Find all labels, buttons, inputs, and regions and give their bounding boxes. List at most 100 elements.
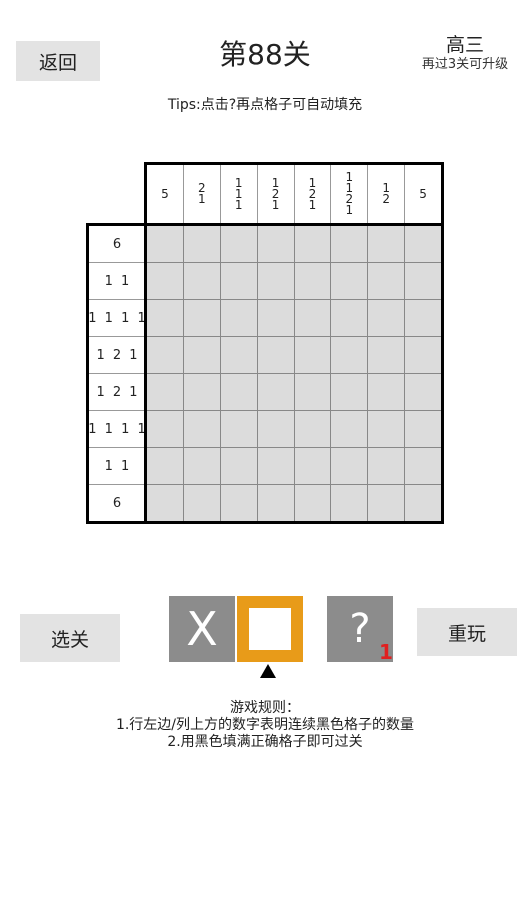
grid-cell[interactable]	[294, 411, 331, 447]
grid-cell[interactable]	[147, 337, 183, 373]
grid-cell[interactable]	[331, 448, 368, 484]
grid-cell[interactable]	[257, 263, 294, 299]
grid-cell[interactable]	[257, 374, 294, 410]
grid-cell[interactable]	[183, 448, 220, 484]
tips-text: Tips:点击?再点格子可自动填充	[167, 97, 363, 113]
grid-cell[interactable]	[368, 374, 405, 410]
column-clue: 1121	[330, 165, 367, 223]
replay-button[interactable]: 重玩	[417, 608, 517, 656]
grid-cell[interactable]	[183, 226, 220, 262]
grid-cell[interactable]	[294, 485, 331, 521]
grid-cell[interactable]	[183, 411, 220, 447]
grid-cell[interactable]	[405, 300, 441, 336]
column-clue-number: 1	[345, 203, 354, 217]
column-clue-number: 5	[419, 186, 427, 201]
grid-cell[interactable]	[368, 226, 405, 262]
column-clue: 5	[147, 165, 183, 223]
column-clue: 121	[256, 165, 294, 223]
upgrade-note: 再过3关可升级	[421, 57, 509, 72]
grade-info: 高三 再过3关可升级	[410, 34, 520, 74]
grid-cell[interactable]	[331, 300, 368, 336]
column-clue: 21	[182, 165, 220, 223]
column-clue-number: 1	[271, 197, 280, 212]
column-clue-number: 5	[161, 186, 169, 201]
cross-tool-button[interactable]: X	[169, 596, 235, 662]
row-clue: 1 1	[89, 447, 147, 484]
grid-cell[interactable]	[257, 411, 294, 447]
grid-cell[interactable]	[405, 263, 441, 299]
row-clue: 6	[112, 236, 124, 252]
column-clue-number: 1	[234, 197, 243, 212]
grid-cell[interactable]	[257, 337, 294, 373]
grid-cell[interactable]	[257, 448, 294, 484]
selected-tool-pointer-icon	[260, 664, 276, 678]
rules-title: 游戏规则：	[230, 700, 300, 716]
grid-cell[interactable]	[294, 337, 331, 373]
grid-cell[interactable]	[183, 485, 220, 521]
grid-cell[interactable]	[405, 485, 441, 521]
grid-cell[interactable]	[220, 411, 257, 447]
grid-cell[interactable]	[331, 263, 368, 299]
row-clue: 1 2 1	[89, 336, 147, 373]
grid-cell[interactable]	[257, 226, 294, 262]
nonogram-board: 5211111211211121125 61 11 1 1 11 2 11 2 …	[86, 162, 444, 524]
grid-cell[interactable]	[220, 374, 257, 410]
grid-cell[interactable]	[183, 300, 220, 336]
grid-cell[interactable]	[368, 300, 405, 336]
grid-cell[interactable]	[220, 226, 257, 262]
grid-cell[interactable]	[220, 263, 257, 299]
grid-cell[interactable]	[405, 411, 441, 447]
grid-cell[interactable]	[220, 337, 257, 373]
column-clue-number: 1	[308, 197, 317, 212]
rules-line-2: 2.用黑色填满正确格子即可过关	[167, 734, 363, 750]
game-rules: 游戏规则： 1.行左边/列上方的数字表明连续黑色格子的数量 2.用黑色填满正确格…	[0, 700, 530, 751]
grid-cell[interactable]	[368, 337, 405, 373]
column-clue-number: 2	[382, 192, 390, 206]
grid-cell[interactable]	[405, 374, 441, 410]
filled-square-icon	[249, 608, 291, 650]
grid-cell[interactable]	[220, 448, 257, 484]
grid-cell[interactable]	[331, 411, 368, 447]
grid-cell[interactable]	[220, 300, 257, 336]
grid-cell[interactable]	[331, 337, 368, 373]
row-clue: 1 1 1 1	[88, 299, 147, 336]
grid-cell[interactable]	[147, 448, 183, 484]
grid-cell[interactable]	[147, 374, 183, 410]
fill-tool-button[interactable]	[237, 596, 303, 662]
grid-cell[interactable]	[294, 374, 331, 410]
row-clue: 1 1	[89, 262, 147, 299]
grid-cell[interactable]	[294, 226, 331, 262]
grid-cell[interactable]	[257, 485, 294, 521]
grid-cell[interactable]	[220, 485, 257, 521]
grid-cell[interactable]	[331, 374, 368, 410]
grid-cell[interactable]	[183, 374, 220, 410]
grid-cell[interactable]	[331, 485, 368, 521]
grid-cell[interactable]	[183, 337, 220, 373]
grid-cell[interactable]	[183, 263, 220, 299]
puzzle-grid	[144, 223, 444, 524]
row-clue: 1 1 1 1	[88, 410, 147, 447]
column-clue-number: 1	[197, 192, 206, 206]
grid-cell[interactable]	[368, 448, 405, 484]
grid-cell[interactable]	[294, 448, 331, 484]
grid-cell[interactable]	[294, 300, 331, 336]
grid-cell[interactable]	[331, 226, 368, 262]
grid-cell[interactable]	[147, 263, 183, 299]
grid-cell[interactable]	[405, 448, 441, 484]
grid-cell[interactable]	[147, 485, 183, 521]
grid-cell[interactable]	[405, 226, 441, 262]
grid-cell[interactable]	[294, 263, 331, 299]
grid-cell[interactable]	[368, 263, 405, 299]
hint-count-badge: 1	[379, 640, 393, 664]
grid-cell[interactable]	[147, 300, 183, 336]
grid-cell[interactable]	[368, 485, 405, 521]
column-clue: 111	[219, 165, 257, 223]
row-clue: 1 2 1	[89, 373, 147, 410]
grid-cell[interactable]	[257, 300, 294, 336]
grid-cell[interactable]	[147, 411, 183, 447]
grid-cell[interactable]	[147, 226, 183, 262]
grid-cell[interactable]	[368, 411, 405, 447]
select-level-button[interactable]: 选关	[20, 614, 120, 662]
grid-cell[interactable]	[405, 337, 441, 373]
column-clue: 5	[404, 165, 441, 223]
